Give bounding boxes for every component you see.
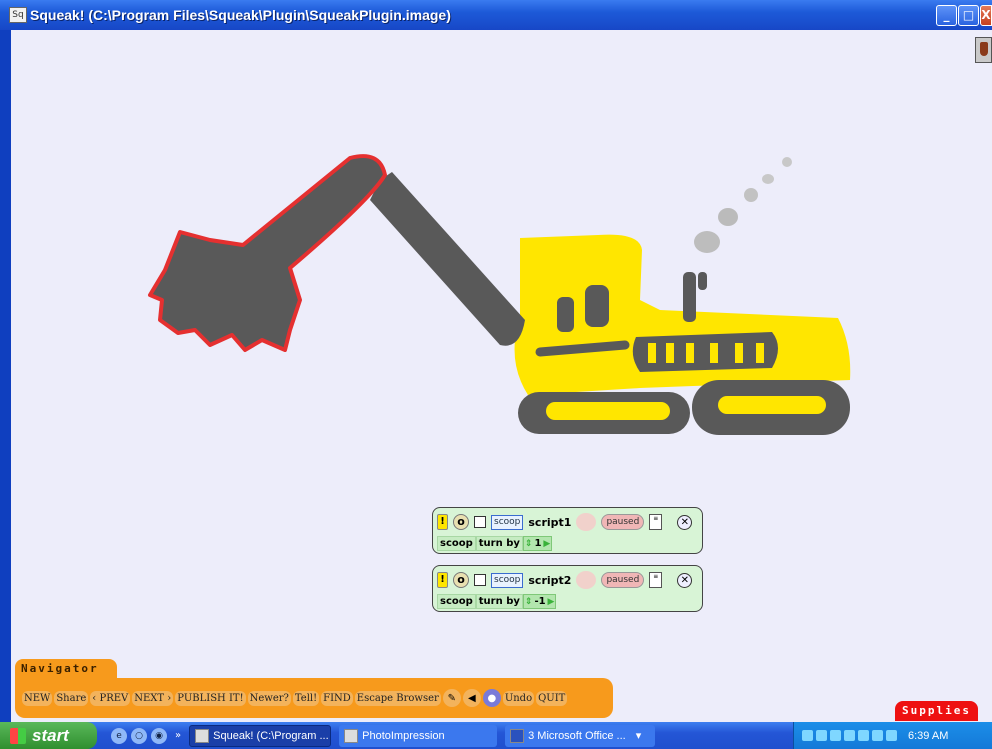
grille-slot	[648, 343, 656, 363]
script-editor-2[interactable]: ! o scoop script2 paused ≡ ✕ scoop turn …	[432, 565, 703, 612]
command-label[interactable]: turn by	[475, 536, 523, 551]
publish-button[interactable]: PUBLISH IT!	[175, 690, 246, 706]
squeak-task-icon	[195, 728, 210, 743]
grille-slot	[666, 343, 674, 363]
excavator-drawing[interactable]	[0, 0, 992, 749]
taskbar: start e ○ ◉ » Squeak! (C:\Program ... Ph…	[0, 722, 992, 749]
share-button[interactable]: Share	[54, 690, 89, 706]
next-button[interactable]: NEXT ›	[132, 690, 174, 706]
tell-button[interactable]: Tell!	[292, 690, 320, 706]
script-menu-icon[interactable]: ≡	[649, 514, 663, 530]
script-checkbox[interactable]	[474, 574, 486, 586]
task-squeak[interactable]: Squeak! (C:\Program ...	[189, 724, 332, 747]
search-icon[interactable]: ○	[131, 727, 147, 744]
smoke-puff	[694, 231, 720, 253]
status-indicator-icon[interactable]	[576, 571, 597, 589]
player-tile[interactable]: scoop	[491, 514, 524, 530]
smoke-puff	[744, 188, 758, 202]
extend-arrow-icon[interactable]: ▶	[543, 539, 550, 549]
script-menu-icon[interactable]: ≡	[649, 572, 663, 588]
newer-button[interactable]: Newer?	[247, 690, 291, 706]
escape-browser-button[interactable]: Escape Browser	[354, 690, 441, 706]
windows-logo-icon	[10, 727, 26, 744]
ticking-toggle-icon[interactable]: o	[453, 572, 469, 588]
prev-button[interactable]: ‹ PREV	[90, 690, 131, 706]
status-button[interactable]: paused	[601, 572, 645, 588]
updown-arrows-icon[interactable]: ⇕	[525, 539, 533, 549]
bucket-arm	[148, 154, 387, 352]
undo-button[interactable]: Undo	[502, 690, 535, 706]
system-tray: 6:39 AM	[793, 722, 992, 749]
status-indicator-icon[interactable]	[576, 513, 597, 531]
close-script-icon[interactable]: ✕	[677, 572, 693, 588]
exhaust-cap	[698, 272, 707, 290]
navigator-bar: NEW Share ‹ PREV NEXT › PUBLISH IT! Newe…	[15, 678, 613, 718]
tray-app-icon[interactable]	[886, 730, 897, 741]
supplies-tab[interactable]: Supplies	[895, 701, 978, 721]
smoke-puff	[718, 208, 738, 226]
grille-slot	[756, 343, 764, 363]
ticking-toggle-icon[interactable]: o	[453, 514, 469, 530]
player-tile[interactable]: scoop	[491, 572, 524, 588]
command-subject[interactable]: scoop	[437, 594, 476, 609]
cab-window-left	[557, 297, 574, 332]
cab-window-right	[585, 285, 609, 327]
grille-slot	[735, 343, 743, 363]
globe-icon[interactable]: ●	[482, 689, 501, 707]
argument-value[interactable]: -1	[534, 596, 545, 607]
argument-tile[interactable]: ⇕ -1 ▶	[522, 594, 557, 609]
tray-network-icon[interactable]	[816, 730, 827, 741]
exhaust-stack	[683, 272, 696, 322]
start-label: start	[32, 725, 69, 745]
argument-tile[interactable]: ⇕ 1 ▶	[522, 536, 553, 551]
boom-arm	[370, 172, 525, 346]
photoimpression-icon	[344, 728, 359, 743]
browser-icon[interactable]: e	[111, 727, 127, 744]
command-subject[interactable]: scoop	[437, 536, 476, 551]
dropdown-arrow-icon: ▾	[635, 730, 642, 742]
media-icon[interactable]: ◉	[151, 727, 167, 744]
smoke-puff	[762, 174, 774, 184]
tray-security-icon[interactable]	[830, 730, 841, 741]
argument-value[interactable]: 1	[534, 538, 541, 549]
script-name[interactable]: script2	[528, 574, 571, 587]
start-button[interactable]: start	[0, 722, 97, 749]
grille-slot	[710, 343, 718, 363]
script-editor-1[interactable]: ! o scoop script1 paused ≡ ✕ scoop turn …	[432, 507, 703, 554]
new-button[interactable]: NEW	[22, 690, 53, 706]
find-button[interactable]: FIND	[321, 690, 353, 706]
tray-arrow-icon[interactable]	[802, 730, 813, 741]
task-office-group[interactable]: 3 Microsoft Office ... ▾	[505, 724, 656, 747]
close-script-icon[interactable]: ✕	[677, 514, 693, 530]
tray-shield-icon[interactable]	[844, 730, 855, 741]
task-photoimpression[interactable]: PhotoImpression	[339, 724, 498, 747]
updown-arrows-icon[interactable]: ⇕	[525, 597, 533, 607]
quit-button[interactable]: QUIT	[536, 690, 568, 706]
extend-arrow-icon[interactable]: ▶	[548, 597, 555, 607]
script-name[interactable]: script1	[528, 516, 571, 529]
paint-icon[interactable]: ✎	[442, 689, 461, 707]
navigator-tab[interactable]: Navigator	[15, 659, 117, 679]
track-right-inner	[718, 396, 826, 414]
status-button[interactable]: paused	[601, 514, 645, 530]
grille-slot	[686, 343, 694, 363]
word-icon	[510, 728, 525, 743]
tray-monitor-icon[interactable]	[858, 730, 869, 741]
quick-launch: e ○ ◉	[111, 727, 167, 744]
command-label[interactable]: turn by	[475, 594, 523, 609]
track-left-inner	[546, 402, 670, 420]
smoke-puff	[782, 157, 792, 167]
tray-volume-icon[interactable]	[872, 730, 883, 741]
run-once-button[interactable]: !	[437, 572, 448, 588]
sound-icon[interactable]: ◀	[462, 689, 481, 707]
script-checkbox[interactable]	[474, 516, 486, 528]
run-once-button[interactable]: !	[437, 514, 448, 530]
clock[interactable]: 6:39 AM	[908, 730, 948, 742]
chevron-icon[interactable]: »	[175, 730, 181, 741]
